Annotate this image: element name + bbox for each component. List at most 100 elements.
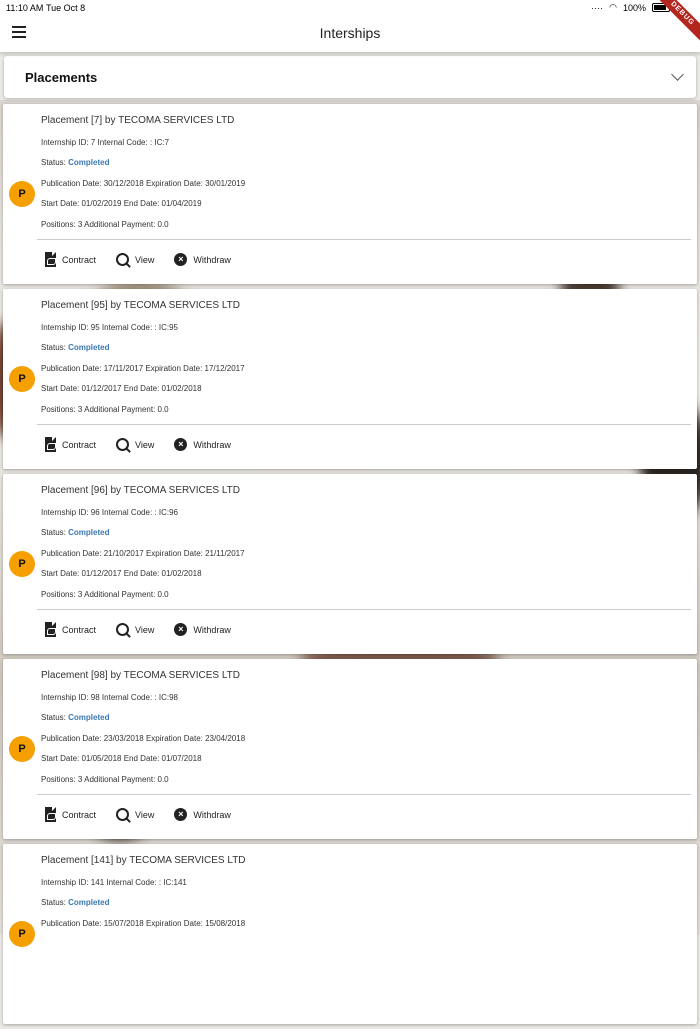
divider [37,424,691,425]
internship-ids: Internship ID: 95 Internal Code: : IC:95 [41,323,178,332]
placement-card[interactable]: P Placement [141] by TECOMA SERVICES LTD… [3,844,697,1024]
publication-dates: Publication Date: 15/07/2018 Expiration … [41,919,246,928]
search-icon [116,253,130,266]
start-end-dates: Start Date: 01/12/2017 End Date: 01/02/2… [41,569,202,578]
signal-dots-icon: ···· [591,2,604,13]
view-button[interactable]: View [116,438,154,451]
placement-title: Placement [98] by TECOMA SERVICES LTD [41,670,240,681]
view-button[interactable]: View [116,808,154,821]
publication-dates: Publication Date: 17/11/2017 Expiration … [41,364,245,373]
chevron-down-icon[interactable] [671,68,684,81]
placement-card[interactable]: P Placement [98] by TECOMA SERVICES LTD … [3,659,697,839]
pdf-icon [45,807,56,822]
placement-title: Placement [7] by TECOMA SERVICES LTD [41,115,235,126]
status-line: Status: Completed [41,528,109,537]
status-date: Tue Oct 8 [46,3,86,13]
status-line: Status: Completed [41,898,109,907]
page-title: Interships [319,25,381,41]
placement-title: Placement [96] by TECOMA SERVICES LTD [41,485,240,496]
status-time: 11:10 AM [6,3,44,13]
contract-button[interactable]: Contract [45,807,96,822]
status-line: Status: Completed [41,158,109,167]
status-label: Status: [41,528,66,537]
status-value: Completed [68,343,110,352]
status-value: Completed [68,713,110,722]
internship-ids: Internship ID: 96 Internal Code: : IC:96 [41,508,178,517]
positions-info: Positions: 3 Additional Payment: 0.0 [41,590,169,599]
status-label: Status: [41,343,66,352]
positions-info: Positions: 3 Additional Payment: 0.0 [41,220,169,229]
view-label: View [135,624,155,635]
internship-ids: Internship ID: 7 Internal Code: : IC:7 [41,138,170,147]
contract-label: Contract [62,254,97,265]
start-end-dates: Start Date: 01/12/2017 End Date: 01/02/2… [41,384,202,393]
status-label: Status: [41,158,66,167]
contract-label: Contract [62,624,97,635]
placement-title: Placement [95] by TECOMA SERVICES LTD [41,300,240,311]
pdf-icon [45,437,56,452]
placement-title: Placement [141] by TECOMA SERVICES LTD [41,855,246,866]
close-icon: × [174,808,188,821]
card-actions: Contract View × Withdraw [45,622,251,637]
withdraw-button[interactable]: × Withdraw [174,808,231,821]
battery-percent: 100% [622,2,646,13]
withdraw-label: Withdraw [193,624,231,635]
positions-info: Positions: 3 Additional Payment: 0.0 [41,405,169,414]
withdraw-button[interactable]: × Withdraw [174,438,231,451]
start-end-dates: Start Date: 01/05/2018 End Date: 01/07/2… [41,754,202,763]
withdraw-label: Withdraw [193,254,231,265]
withdraw-button[interactable]: × Withdraw [174,623,231,636]
internship-ids: Internship ID: 141 Internal Code: : IC:1… [41,878,187,887]
placement-list: P Placement [7] by TECOMA SERVICES LTD I… [3,104,697,1029]
placement-card[interactable]: P Placement [95] by TECOMA SERVICES LTD … [3,289,697,469]
placement-card[interactable]: P Placement [7] by TECOMA SERVICES LTD I… [3,104,697,284]
search-icon [116,808,130,821]
contract-label: Contract [62,809,97,820]
avatar: P [9,736,35,762]
view-label: View [135,809,155,820]
app-bar: Interships [0,16,700,52]
close-icon: × [174,438,188,451]
view-button[interactable]: View [116,253,154,266]
avatar: P [9,551,35,577]
search-icon [116,438,130,451]
wifi-icon: ◠ [609,2,617,12]
contract-button[interactable]: Contract [45,252,96,267]
card-actions: Contract View × Withdraw [45,252,251,267]
view-button[interactable]: View [116,623,154,636]
withdraw-button[interactable]: × Withdraw [174,253,231,266]
placements-expander[interactable]: Placements [4,56,696,98]
card-actions: Contract View × Withdraw [45,437,251,452]
contract-label: Contract [62,439,97,450]
status-value: Completed [68,898,110,907]
avatar: P [9,366,35,392]
internship-ids: Internship ID: 98 Internal Code: : IC:98 [41,693,178,702]
view-label: View [135,439,155,450]
status-line: Status: Completed [41,343,109,352]
status-label: Status: [41,898,66,907]
card-actions: Contract View × Withdraw [45,807,251,822]
divider [37,794,691,795]
avatar: P [9,921,35,947]
status-bar: 11:10 AM Tue Oct 8 ···· ◠ 100% [0,0,700,16]
start-end-dates: Start Date: 01/02/2019 End Date: 01/04/2… [41,199,202,208]
publication-dates: Publication Date: 30/12/2018 Expiration … [41,179,246,188]
placement-card[interactable]: P Placement [96] by TECOMA SERVICES LTD … [3,474,697,654]
status-value: Completed [68,528,110,537]
avatar: P [9,181,35,207]
divider [37,609,691,610]
withdraw-label: Withdraw [193,809,231,820]
publication-dates: Publication Date: 21/10/2017 Expiration … [41,549,245,558]
divider [37,239,691,240]
section-title: Placements [25,70,98,85]
close-icon: × [174,623,188,636]
status-line: Status: Completed [41,713,109,722]
withdraw-label: Withdraw [193,439,231,450]
contract-button[interactable]: Contract [45,437,96,452]
search-icon [116,623,130,636]
status-value: Completed [68,158,110,167]
pdf-icon [45,622,56,637]
contract-button[interactable]: Contract [45,622,96,637]
publication-dates: Publication Date: 23/03/2018 Expiration … [41,734,246,743]
pdf-icon [45,252,56,267]
